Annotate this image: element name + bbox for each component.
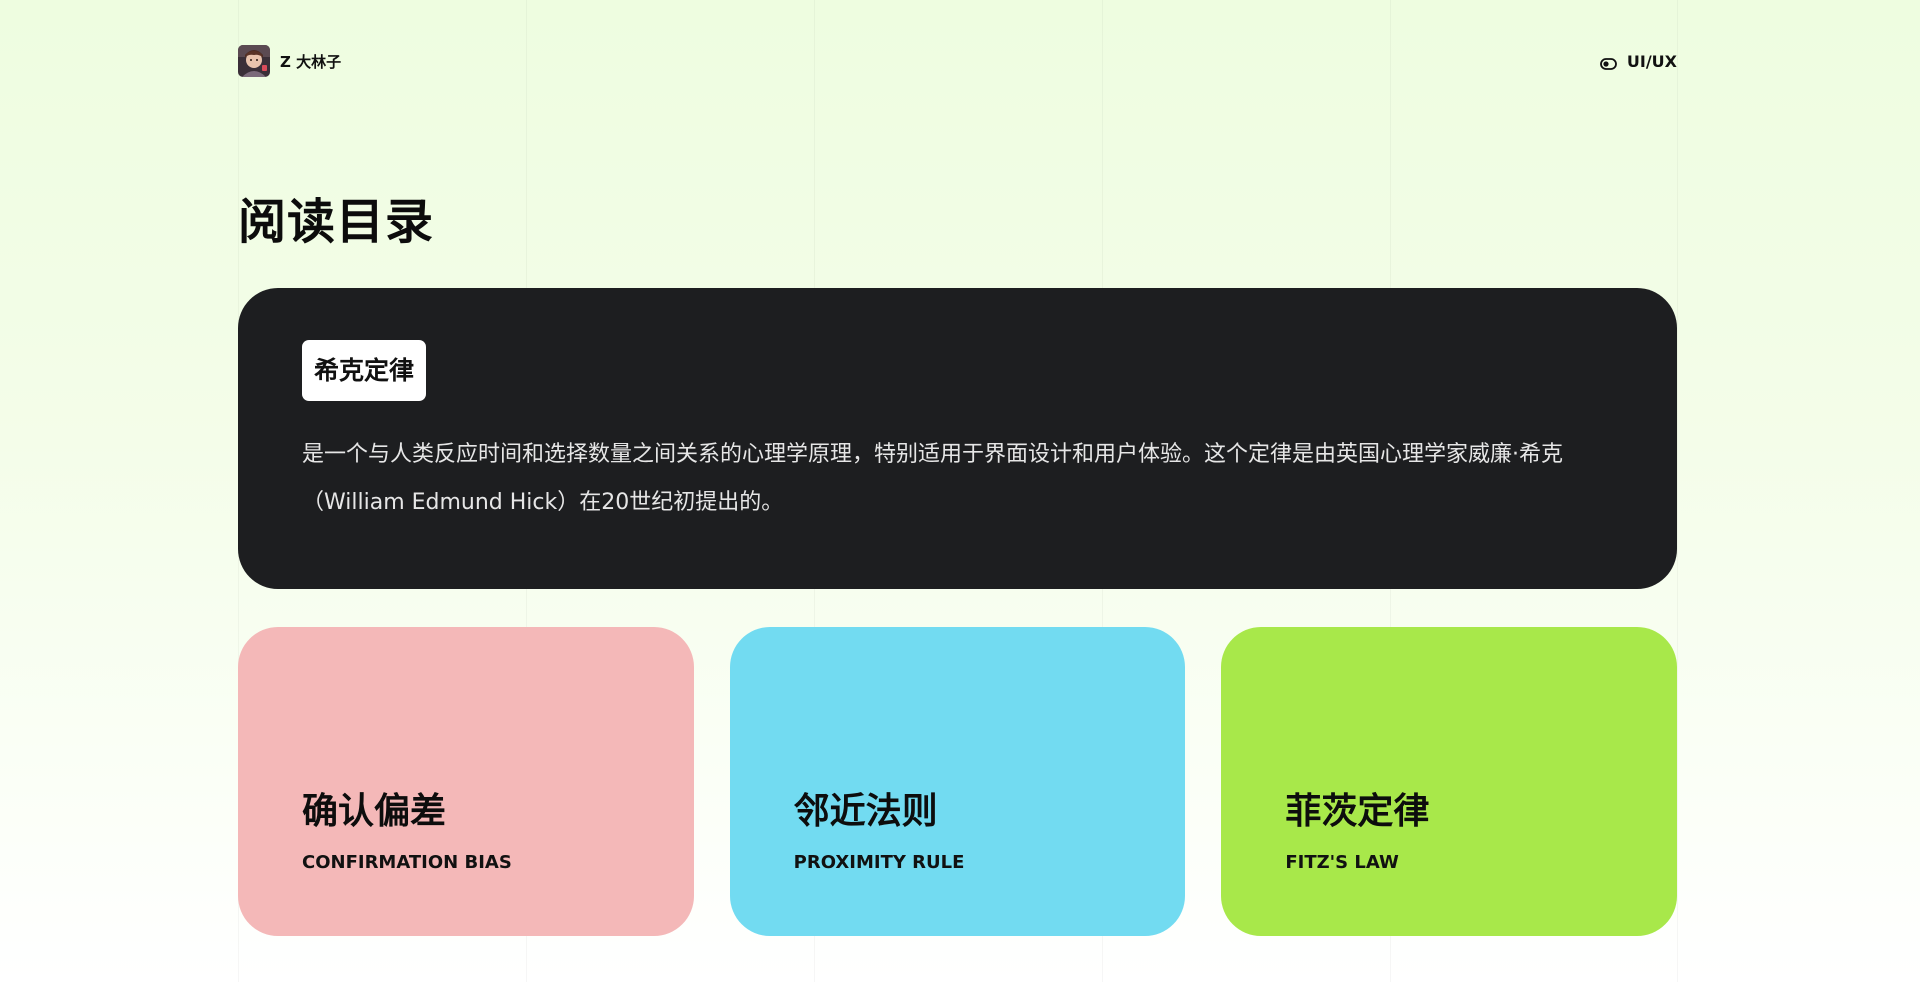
card-confirmation-bias[interactable]: 确认偏差 CONFIRMATION BIAS <box>238 627 694 936</box>
card-subtitle: FITZ'S LAW <box>1285 852 1399 873</box>
card-proximity-rule[interactable]: 邻近法则 PROXIMITY RULE <box>729 627 1186 936</box>
page-container: Z 大林子 UI/UX 阅读目录 希克定律 是一个与人类反应时间和选择数量之间关… <box>238 0 1678 982</box>
card-title: 菲茨定律 <box>1285 791 1430 832</box>
category-link[interactable]: UI/UX <box>1599 51 1677 71</box>
featured-card[interactable]: 希克定律 是一个与人类反应时间和选择数量之间关系的心理学原理，特别适用于界面设计… <box>238 288 1677 589</box>
grid-line <box>1677 0 1678 982</box>
category-label: UI/UX <box>1626 51 1677 71</box>
avatar <box>238 45 270 77</box>
toggle-icon <box>1599 55 1617 70</box>
card-title: 邻近法则 <box>793 791 938 832</box>
page-title: 阅读目录 <box>238 194 435 250</box>
card-subtitle: PROXIMITY RULE <box>793 852 965 873</box>
featured-description: 是一个与人类反应时间和选择数量之间关系的心理学原理，特别适用于界面设计和用户体验… <box>302 442 1563 515</box>
card-title: 确认偏差 <box>302 791 447 832</box>
featured-tag: 希克定律 <box>302 340 427 401</box>
card-grid: 确认偏差 CONFIRMATION BIAS 邻近法则 PROXIMITY RU… <box>238 627 1678 936</box>
site-header: Z 大林子 UI/UX <box>238 44 1677 78</box>
author-link[interactable]: Z 大林子 <box>238 45 341 77</box>
author-name: Z 大林子 <box>280 52 342 71</box>
card-subtitle: CONFIRMATION BIAS <box>302 852 512 873</box>
card-fitts-law[interactable]: 菲茨定律 FITZ'S LAW <box>1221 627 1678 936</box>
